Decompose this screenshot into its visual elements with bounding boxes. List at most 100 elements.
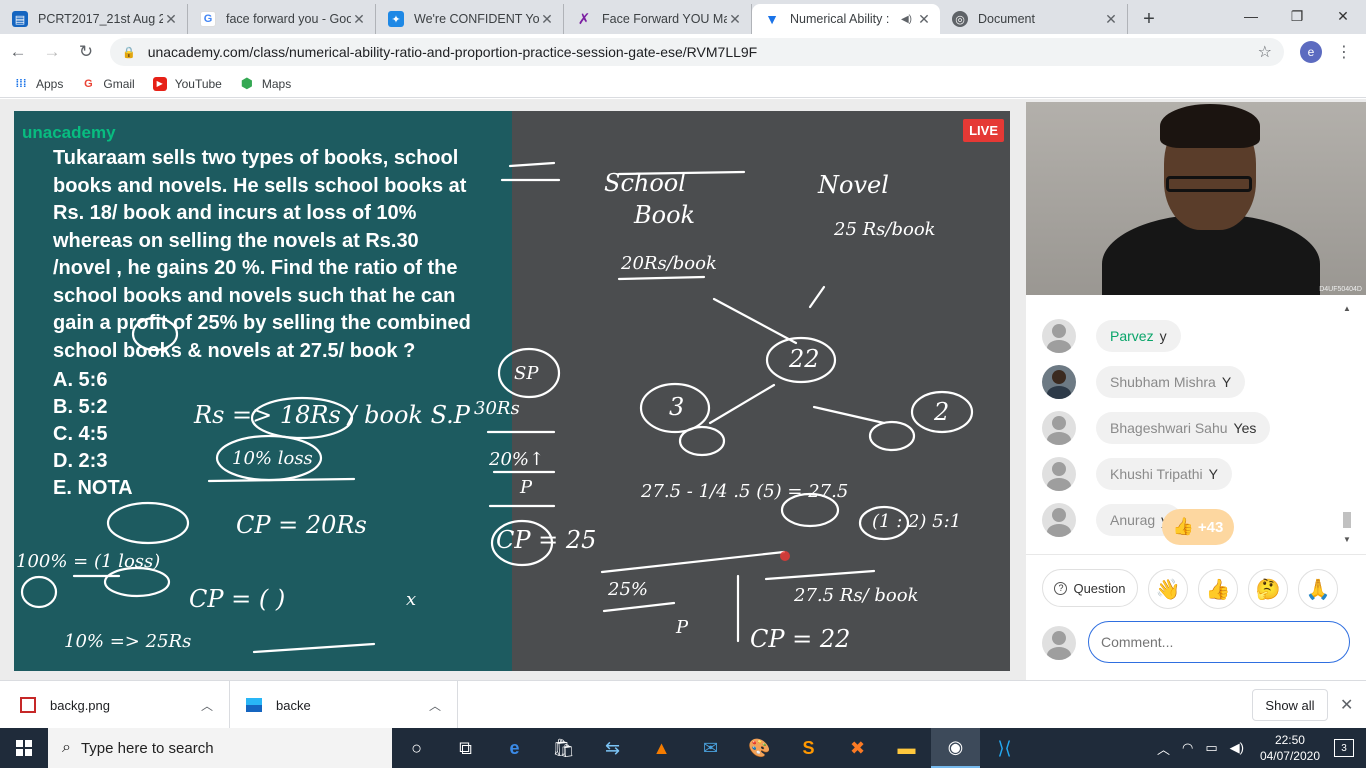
bookmark-gmail[interactable]: G Gmail [81,77,135,91]
show-all-button[interactable]: Show all [1252,689,1328,721]
thumbs-up-reaction-button[interactable]: 👍 [1198,569,1238,609]
avatar-icon [1042,319,1076,353]
pray-reaction-button[interactable]: 🙏 [1298,569,1338,609]
window-controls: — ❐ ✕ [1228,0,1366,32]
scroll-down-icon[interactable]: ▼ [1343,535,1351,544]
chat-message: Khushi Tripathi Y [1042,456,1232,492]
tab-numerical-ability[interactable]: ▼ Numerical Ability : ◀) ✕ [752,4,940,34]
educator-glasses [1166,176,1252,192]
wave-reaction-button[interactable]: 👋 [1148,569,1188,609]
ink-cp22: CP = 22 [750,625,851,653]
notification-icon[interactable]: 3 [1334,739,1354,757]
paint-icon[interactable]: 🎨 [735,728,784,768]
bookmark-apps[interactable]: ⁞⁞⁞ Apps [14,77,64,91]
chevron-up-icon[interactable]: ︿ [201,697,213,714]
taskbar-search[interactable]: ⌕ Type here to search [48,728,392,768]
xampp-icon[interactable]: ✖ [833,728,882,768]
clock-date: 04/07/2020 [1259,749,1320,763]
youtube-icon: ▶ [152,76,167,91]
comment-input[interactable] [1088,621,1350,663]
chat-bubble: Bhageshwari Sahu Yes [1096,412,1271,444]
puzzle-icon: ✦ [388,11,404,27]
bookmark-youtube[interactable]: ▶ YouTube [152,76,222,91]
vscode-icon[interactable]: ⟩⟨ [980,728,1029,768]
bookmarks-bar: ⁞⁞⁞ Apps G Gmail ▶ YouTube ⬢ Maps [0,70,1366,98]
restore-icon[interactable]: ❐ [1274,0,1320,32]
download-item[interactable]: backg.png ︿ [0,681,230,729]
forward-arrow-icon[interactable]: → [36,36,68,68]
chrome-icon[interactable]: ◉ [931,728,980,768]
vlc-icon[interactable]: ▲ [637,728,686,768]
video-player[interactable]: unacademy LIVE Tukaraam sells two types … [14,111,1010,671]
chat-author: Shubham Mishra [1110,374,1216,390]
ink-eq-275: 27.5 - 1/4 .5 (5) = 27.5 [641,481,849,502]
scroll-thumb[interactable] [1343,512,1351,528]
minimize-icon[interactable]: — [1228,0,1274,32]
chat-author: Anurag [1110,512,1156,528]
task-view-icon[interactable]: ⧉ [441,728,490,768]
volume-icon[interactable]: ◀) [1230,740,1244,756]
tab-title: Numerical Ability : [790,12,890,26]
search-placeholder: Type here to search [80,739,214,757]
tab-google-search[interactable]: G face forward you - Goo ✕ [188,4,376,34]
close-icon[interactable]: ✕ [1340,695,1353,715]
ink-to25: 10% => 25Rs [64,631,192,652]
tab-face-forward[interactable]: ✗ Face Forward YOU Man ✕ [564,4,752,34]
star-icon[interactable]: ☆ [1258,42,1272,62]
new-tab-button[interactable]: + [1134,4,1164,34]
scroll-up-icon[interactable]: ▲ [1343,304,1351,313]
cortana-icon[interactable]: ○ [392,728,441,768]
store-icon[interactable]: 🛍 [539,728,588,768]
lock-icon[interactable]: 🔒 [122,46,136,59]
chat-text: Y [1221,374,1232,390]
chat-text: Y [1208,466,1218,482]
clock[interactable]: 22:50 04/07/2020 [1260,732,1320,764]
menu-kebab-icon[interactable]: ⋮ [1336,42,1352,62]
question-button[interactable]: ? Question [1042,569,1138,607]
question-icon: ? [1054,581,1068,595]
tab-title: face forward you - Goo [226,12,351,26]
ink-loss-eq: 100% = (1 loss) [16,551,161,572]
avatar-icon [1042,626,1076,660]
tab-title: PCRT2017_21st Aug 20 [38,12,163,26]
tab-confident[interactable]: ✦ We're CONFIDENT You ✕ [376,4,564,34]
thinking-reaction-button[interactable]: 🤔 [1248,569,1288,609]
wifi-icon[interactable]: ◠ [1182,740,1193,756]
mail-icon[interactable]: ✉ [686,728,735,768]
ink-rs18: Rs => 18Rs / book S.P [194,401,470,429]
close-window-icon[interactable]: ✕ [1320,0,1366,32]
reaction-bar: ? Question 👋 👍 🤔 🙏 [1026,554,1366,614]
clock-time: 22:50 [1274,733,1305,747]
download-item[interactable]: backe ︿ [230,681,458,729]
close-icon[interactable]: ✕ [727,11,743,28]
bookmark-label: Maps [261,76,292,91]
file-explorer-icon[interactable]: ▬ [882,728,931,768]
start-button[interactable] [0,728,48,768]
url-text[interactable]: unacademy.com/class/numerical-ability-ra… [148,44,1258,60]
ink-cp25: CP = 25 [496,526,597,554]
chat-scrollbar[interactable]: ▲ ▼ [1342,298,1352,546]
close-icon[interactable]: ✕ [163,11,179,28]
bookmark-maps[interactable]: ⬢ Maps [240,75,292,91]
battery-icon[interactable]: ▭ [1205,740,1217,756]
network-app-icon[interactable]: ⇆ [588,728,637,768]
address-bar[interactable]: 🔒 unacademy.com/class/numerical-ability-… [110,38,1284,66]
tab-document[interactable]: ◎ Document ✕ [940,4,1128,34]
chevron-up-icon[interactable]: ︿ [1157,739,1170,758]
speaker-icon[interactable]: ◀) [901,14,912,25]
sublime-icon[interactable]: S [784,728,833,768]
chevron-up-icon[interactable]: ︿ [429,697,441,714]
close-icon[interactable]: ✕ [916,11,932,28]
downloads-bar: backg.png ︿ backe ︿ Show all ✕ [0,680,1366,729]
chat-message: Shubham Mishra Y [1042,364,1246,400]
avatar-icon [1042,503,1076,537]
close-icon[interactable]: ✕ [539,11,555,28]
back-arrow-icon[interactable]: ← [2,36,34,68]
close-icon[interactable]: ✕ [351,11,367,28]
reload-icon[interactable]: ↻ [70,36,102,68]
profile-avatar[interactable]: e [1300,41,1322,63]
tab-pcrt[interactable]: ▤ PCRT2017_21st Aug 20 ✕ [0,4,188,34]
cursor-dot [780,551,790,561]
close-icon[interactable]: ✕ [1103,11,1119,28]
edge-icon[interactable]: e [490,728,539,768]
